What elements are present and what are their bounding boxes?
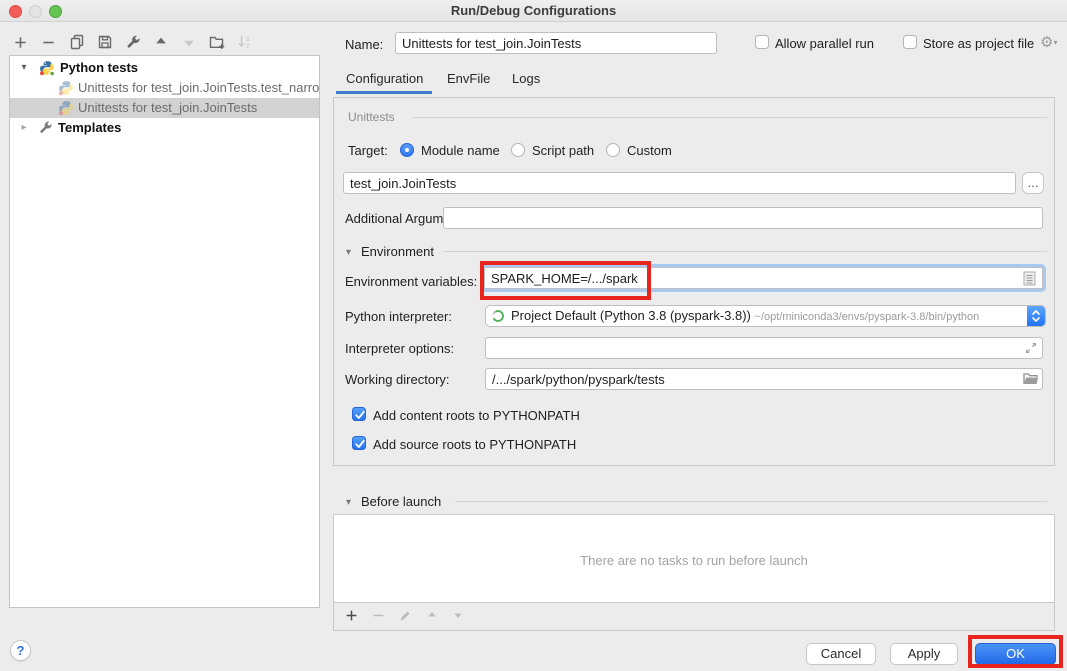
expand-icon[interactable]: [1024, 341, 1038, 358]
group-divider: [455, 501, 1047, 502]
allow-parallel-run-label: Allow parallel run: [775, 36, 874, 51]
store-as-project-file-label: Store as project file: [923, 36, 1034, 51]
tree-item-templates[interactable]: ▸ Templates: [10, 118, 319, 138]
interpreter-options-label: Interpreter options:: [345, 341, 454, 356]
before-launch-toolbar: [334, 602, 1054, 630]
name-input[interactable]: [395, 32, 717, 54]
target-module-name-label[interactable]: Module name: [421, 143, 500, 158]
python-interpreter-label: Python interpreter:: [345, 309, 452, 324]
allow-parallel-run-checkbox[interactable]: [755, 35, 769, 49]
apply-button[interactable]: Apply: [890, 643, 958, 665]
zoom-button[interactable]: [49, 5, 62, 18]
environment-group-title: Environment: [361, 244, 434, 259]
sort-alphabetically-icon[interactable]: az: [236, 34, 253, 51]
python-config-icon: [58, 100, 74, 116]
combo-spinner-icon[interactable]: [1027, 306, 1045, 326]
environment-variables-label: Environment variables:: [345, 274, 477, 289]
conda-env-icon: [491, 309, 505, 326]
before-launch-panel: There are no tasks to run before launch: [333, 514, 1055, 631]
tab-envfile[interactable]: EnvFile: [447, 71, 490, 86]
unittests-group-title: Unittests: [348, 110, 395, 124]
python-interpreter-combo[interactable]: Project Default (Python 3.8 (pyspark-3.8…: [485, 305, 1046, 327]
minimize-button[interactable]: [29, 5, 42, 18]
move-up-icon[interactable]: [152, 34, 169, 51]
python-config-icon: [58, 80, 74, 96]
before-launch-title: Before launch: [361, 494, 441, 509]
group-divider: [443, 251, 1047, 252]
tree-item-label: Unittests for test_join.JoinTests.test_n…: [78, 78, 319, 98]
target-label: Target:: [348, 143, 388, 158]
help-button[interactable]: ?: [10, 640, 31, 661]
name-label: Name:: [345, 37, 383, 52]
environment-collapse-icon[interactable]: ▾: [346, 247, 351, 258]
working-directory-label: Working directory:: [345, 372, 450, 387]
target-custom-label[interactable]: Custom: [627, 143, 672, 158]
python-interpreter-path: ~/opt/miniconda3/envs/pyspark-3.8/bin/py…: [755, 311, 980, 323]
add-content-roots-label: Add content roots to PYTHONPATH: [373, 408, 580, 423]
active-tab-underline: [336, 91, 432, 94]
additional-arguments-input[interactable]: [443, 207, 1043, 229]
browse-button[interactable]: ...: [1022, 172, 1044, 194]
run-debug-configurations-dialog: Run/Debug Configurations az ▾: [0, 0, 1067, 671]
tree-item-unittests-jointests-selected[interactable]: Unittests for test_join.JoinTests: [10, 98, 319, 118]
store-as-project-file-checkbox[interactable]: [903, 35, 917, 49]
move-up-icon[interactable]: [426, 609, 438, 624]
tree-item-label: Templates: [58, 118, 121, 138]
move-down-icon[interactable]: [180, 34, 197, 51]
move-down-icon[interactable]: [452, 609, 464, 624]
target-script-path-label[interactable]: Script path: [532, 143, 594, 158]
wrench-icon: [38, 120, 54, 136]
environment-variables-input[interactable]: [484, 267, 1043, 289]
svg-text:z: z: [246, 43, 250, 50]
expand-triangle-icon[interactable]: ▸: [18, 118, 30, 138]
before-launch-collapse-icon[interactable]: ▾: [346, 497, 351, 508]
configurations-toolbar: az: [12, 31, 253, 53]
tree-item-label: Unittests for test_join.JoinTests: [78, 98, 257, 118]
folder-icon[interactable]: [1023, 372, 1039, 389]
tab-logs[interactable]: Logs: [512, 71, 540, 86]
tree-item-label: Python tests: [60, 58, 138, 78]
new-folder-icon[interactable]: [208, 34, 225, 51]
add-source-roots-label: Add source roots to PYTHONPATH: [373, 437, 576, 452]
window-title: Run/Debug Configurations: [0, 0, 1067, 22]
tab-configuration[interactable]: Configuration: [346, 71, 423, 86]
before-launch-empty-text: There are no tasks to run before launch: [334, 553, 1054, 568]
copy-icon[interactable]: [68, 34, 85, 51]
close-button[interactable]: [9, 5, 22, 18]
remove-icon[interactable]: [372, 609, 385, 625]
gear-icon[interactable]: ⚙▾: [1040, 35, 1057, 50]
environment-variables-focus-ring: [481, 264, 1046, 292]
add-source-roots-checkbox[interactable]: [352, 436, 366, 450]
remove-icon[interactable]: [40, 34, 57, 51]
python-interpreter-value: Project Default (Python 3.8 (pyspark-3.8…: [511, 308, 751, 323]
ok-button[interactable]: OK: [975, 643, 1056, 665]
target-script-path-radio[interactable]: [511, 143, 525, 157]
interpreter-options-input[interactable]: [485, 337, 1043, 359]
add-icon[interactable]: [12, 34, 29, 51]
working-directory-input[interactable]: [485, 368, 1043, 390]
cancel-button[interactable]: Cancel: [806, 643, 876, 665]
configurations-tree: ▾ Python tests Unittests for: [9, 55, 320, 608]
tree-item-unittests-test-narrow[interactable]: Unittests for test_join.JoinTests.test_n…: [10, 78, 319, 98]
env-vars-list-icon[interactable]: [1023, 271, 1036, 289]
svg-text:a: a: [246, 36, 250, 43]
add-icon[interactable]: [345, 609, 358, 625]
save-icon[interactable]: [96, 34, 113, 51]
edit-templates-wrench-icon[interactable]: [124, 34, 141, 51]
add-content-roots-checkbox[interactable]: [352, 407, 366, 421]
target-module-name-radio[interactable]: [400, 143, 414, 157]
target-custom-radio[interactable]: [606, 143, 620, 157]
edit-pencil-icon[interactable]: [399, 609, 412, 625]
tree-item-python-tests[interactable]: ▾ Python tests: [10, 58, 319, 78]
collapse-triangle-icon[interactable]: ▾: [18, 58, 30, 78]
target-module-input[interactable]: [343, 172, 1016, 194]
title-bar: Run/Debug Configurations: [0, 0, 1067, 22]
python-tests-icon: [39, 60, 55, 76]
group-divider: [412, 117, 1047, 118]
